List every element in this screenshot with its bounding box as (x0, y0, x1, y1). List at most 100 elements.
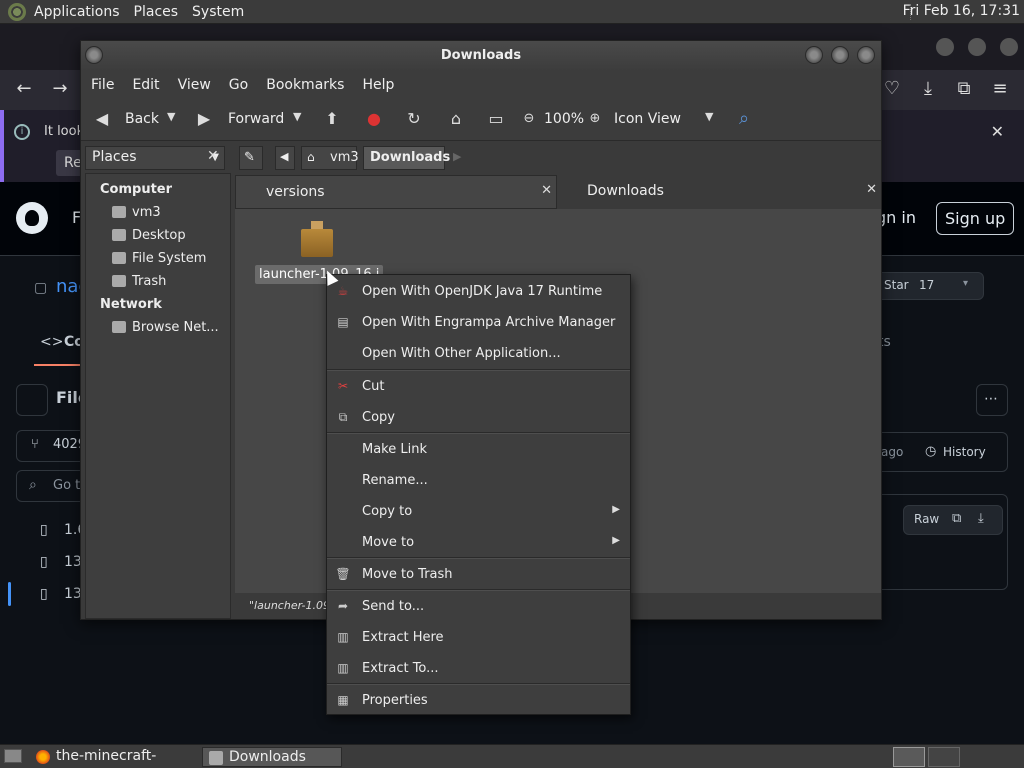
menu-bookmarks[interactable]: Bookmarks (266, 77, 344, 93)
path-forward-chevron-icon[interactable]: ▶ (453, 150, 461, 163)
tab-downloads[interactable]: Downloads ✕ (557, 175, 881, 209)
sign-up-button[interactable]: Sign up (936, 202, 1015, 235)
zoom-in-icon[interactable]: ⊕ (584, 108, 606, 130)
stop-icon[interactable]: ● (363, 108, 385, 130)
download-icon[interactable]: ⤓ (916, 78, 940, 99)
close-sidebar-icon[interactable]: ✕ (207, 148, 219, 164)
close-icon[interactable] (1000, 38, 1018, 56)
maximize-icon[interactable] (831, 46, 849, 64)
view-mode-chevron-icon[interactable]: ▼ (705, 110, 713, 123)
menu-help[interactable]: Help (362, 77, 394, 93)
menu-item-copy-to[interactable]: Copy to ▶ (327, 496, 630, 526)
taskbar-item-label: the-minecraft-recre... (56, 748, 157, 768)
jar-archive-icon[interactable] (301, 221, 333, 257)
history-link[interactable]: History (943, 445, 986, 459)
extensions-icon[interactable]: ⧉ (952, 78, 976, 99)
path-back-chevron-icon[interactable]: ◀ (275, 146, 295, 170)
menu-item-open-with-engrampa[interactable]: ▤ Open With Engrampa Archive Manager (327, 307, 630, 337)
menu-item-move-to[interactable]: Move to ▶ (327, 527, 630, 557)
view-mode-select[interactable]: Icon View (614, 111, 681, 127)
menu-edit[interactable]: Edit (132, 77, 159, 93)
menu-item-label: Open With Other Application... (362, 346, 561, 361)
path-segment-home[interactable]: ⌂ vm3 (301, 146, 359, 170)
back-history-chevron-icon[interactable]: ▼ (167, 110, 175, 123)
menu-file[interactable]: File (91, 77, 114, 93)
menu-item-extract-here[interactable]: ▥ Extract Here (327, 622, 630, 652)
menu-item-cut[interactable]: ✂ Cut (327, 371, 630, 401)
applications-menu[interactable]: Applications (34, 4, 120, 20)
sidebar-item-desktop[interactable]: Desktop (132, 228, 186, 243)
zoom-level[interactable]: 100% (544, 111, 584, 127)
sidebar-item-vm3[interactable]: vm3 (132, 205, 161, 220)
close-icon[interactable] (857, 46, 875, 64)
places-menu[interactable]: Places (134, 4, 179, 20)
close-tab-icon[interactable]: ✕ (866, 182, 877, 197)
sidebar-item-browse-network[interactable]: Browse Net... (132, 320, 219, 335)
workspace-switcher-icon[interactable] (928, 747, 960, 767)
minimize-icon[interactable] (805, 46, 823, 64)
menu-item-label: Make Link (362, 442, 427, 457)
forward-history-chevron-icon[interactable]: ▼ (293, 110, 301, 123)
sidebar-toggle-icon[interactable] (16, 384, 48, 416)
window-titlebar[interactable]: Downloads (81, 41, 881, 71)
menu-item-label: Cut (362, 379, 385, 394)
menu-item-open-with-other[interactable]: Open With Other Application... (327, 338, 630, 368)
show-desktop-icon[interactable] (4, 749, 22, 763)
tab-versions[interactable]: versions ✕ (235, 175, 557, 209)
back-button[interactable]: Back (125, 111, 159, 127)
raw-button[interactable]: Raw (914, 512, 939, 526)
reload-icon[interactable]: ↻ (403, 108, 425, 130)
close-tab-icon[interactable]: ✕ (541, 183, 552, 198)
menu-item-extract-to[interactable]: ▥ Extract To... (327, 653, 630, 683)
menu-view[interactable]: View (178, 77, 211, 93)
taskbar-item-downloads[interactable]: Downloads (202, 747, 342, 767)
sidebar-type-select[interactable]: Places ▼ (85, 146, 225, 170)
forward-button[interactable]: Forward (228, 111, 284, 127)
more-options-icon[interactable]: ⋯ (976, 384, 1008, 416)
home-folder-icon (112, 206, 126, 218)
download-icon[interactable]: ⤓ (978, 511, 984, 526)
menu-item-label: Open With OpenJDK Java 17 Runtime (362, 284, 603, 299)
pocket-icon[interactable]: ♡ (880, 78, 904, 99)
workspace-switcher-icon[interactable] (893, 747, 925, 767)
submenu-arrow-icon: ▶ (612, 535, 620, 546)
computer-icon[interactable]: ▭ (485, 108, 507, 130)
path-segment-label: vm3 (330, 150, 359, 165)
mate-logo-icon[interactable] (8, 2, 26, 21)
sidebar-item-file-system[interactable]: File System (132, 251, 206, 266)
search-icon[interactable]: ⌕ (733, 108, 755, 130)
forward-arrow-icon[interactable]: → (48, 78, 72, 99)
menu-item-copy[interactable]: ⧉ Copy (327, 402, 630, 432)
system-menu[interactable]: System (192, 4, 244, 20)
bottom-panel: the-minecraft-recre... Downloads (0, 744, 1024, 768)
active-row-marker (8, 582, 11, 606)
menu-go[interactable]: Go (229, 77, 248, 93)
forward-arrow-icon[interactable]: ▶ (193, 108, 215, 130)
menu-item-open-with-java[interactable]: ☕ Open With OpenJDK Java 17 Runtime (327, 276, 630, 306)
star-button[interactable]: Star 17 ▾ (876, 272, 984, 300)
copy-icon[interactable]: ⧉ (952, 511, 961, 526)
minimize-icon[interactable] (936, 38, 954, 56)
back-arrow-icon[interactable]: ◀ (91, 108, 113, 130)
menu-item-rename[interactable]: Rename... (327, 465, 630, 495)
notification-close-icon[interactable]: ✕ (991, 122, 1004, 141)
up-arrow-icon[interactable]: ⬆ (321, 108, 343, 130)
maximize-icon[interactable] (968, 38, 986, 56)
menu-item-make-link[interactable]: Make Link (327, 434, 630, 464)
menu-item-properties[interactable]: ▦ Properties (327, 685, 630, 715)
github-logo-icon[interactable] (16, 202, 48, 234)
back-arrow-icon[interactable]: ← (12, 78, 36, 99)
path-segment-current[interactable]: Downloads (363, 146, 450, 170)
home-folder-icon[interactable]: ⌂ (445, 108, 467, 130)
tab-bar: versions ✕ Downloads ✕ (235, 175, 881, 209)
clock[interactable]: Fri Feb 16, 17:31 (903, 3, 1020, 19)
jar-archive-box (301, 229, 333, 257)
menu-item-send-to[interactable]: ➦ Send to... (327, 591, 630, 621)
zoom-out-icon[interactable]: ⊖ (518, 108, 540, 130)
chevron-down-icon[interactable]: ▾ (963, 278, 968, 289)
taskbar-item-firefox[interactable]: the-minecraft-recre... (30, 747, 202, 768)
menu-item-move-to-trash[interactable]: 🗑 Move to Trash (327, 559, 630, 589)
sidebar-item-trash[interactable]: Trash (132, 274, 166, 289)
hamburger-menu-icon[interactable]: ≡ (988, 78, 1012, 99)
edit-location-icon[interactable]: ✎ (239, 146, 263, 170)
